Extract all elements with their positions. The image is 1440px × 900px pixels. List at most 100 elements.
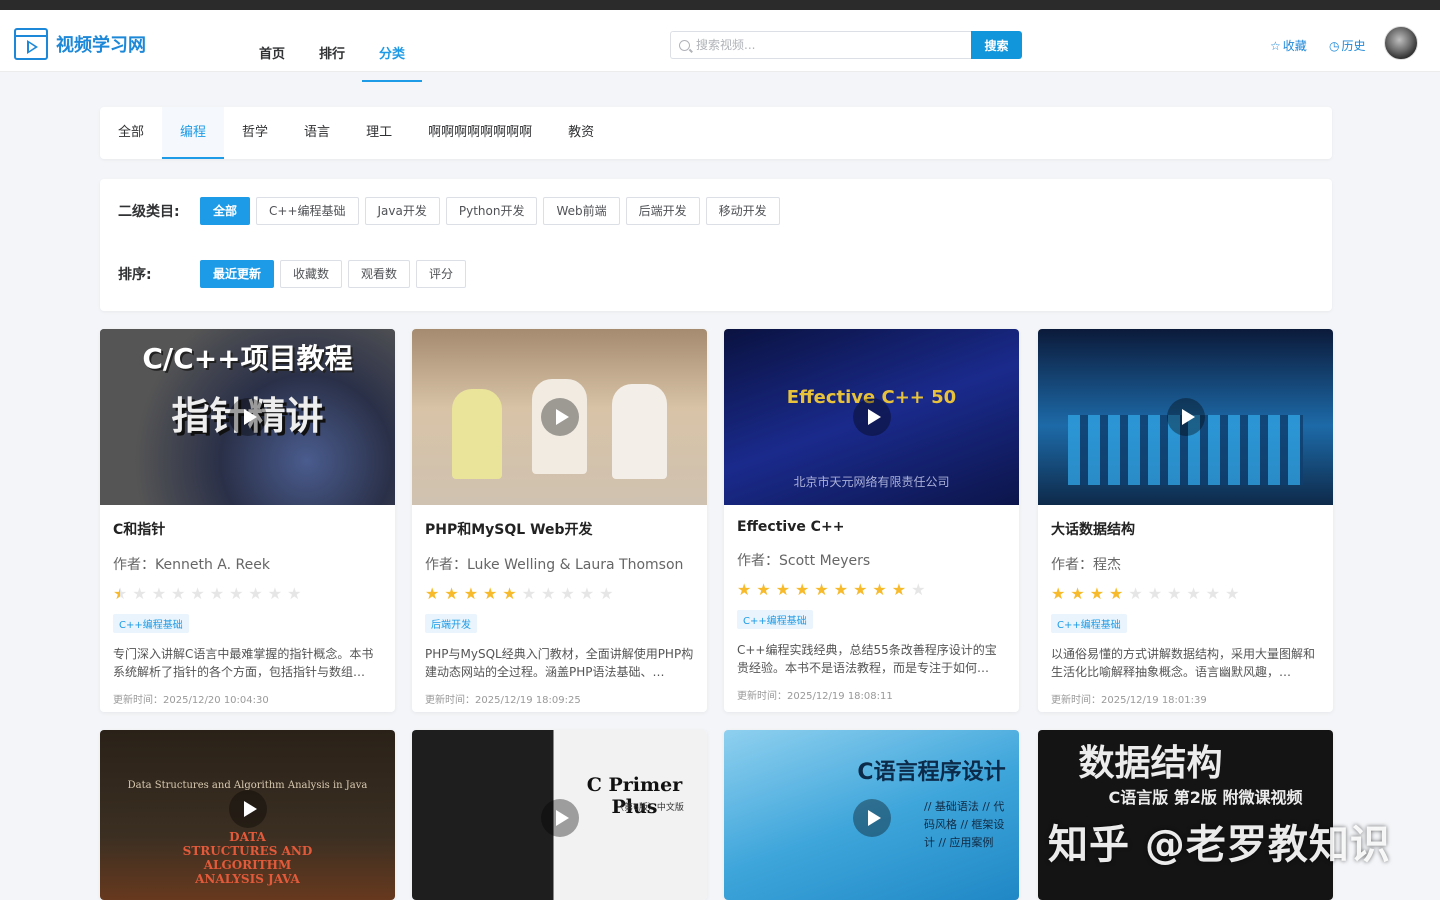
video-description: 以通俗易懂的方式讲解数据结构，采用大量图解和生活化比喻解释抽象概念。语言幽默风趣…	[1051, 647, 1316, 679]
tab-programming[interactable]: 编程	[162, 107, 225, 159]
nav-ranking[interactable]: 排行	[302, 20, 362, 82]
star-icon: ★	[833, 580, 849, 599]
star-icon: ★	[737, 580, 752, 599]
star-icon: ★	[267, 584, 283, 603]
star-icon: ★	[775, 580, 791, 599]
video-thumbnail[interactable]: Data Structures and Algorithm Analysis i…	[100, 730, 395, 900]
tab-language[interactable]: 语言	[286, 107, 348, 159]
star-icon: ★	[795, 580, 810, 599]
video-card[interactable]: C/C++项目教程 指针精讲 C和指针 作者：Kenneth A. Reek ★…	[100, 329, 395, 712]
video-title[interactable]: PHP和MySQL Web开发	[425, 519, 694, 539]
sort-row: 排序: 最近更新 收藏数 观看数 评分	[118, 260, 472, 288]
category-tag[interactable]: C++编程基础	[1051, 614, 1127, 633]
star-icon: ★	[1225, 584, 1240, 603]
search-button[interactable]: 搜索	[971, 31, 1022, 59]
video-thumbnail[interactable]: Effective C++ 50 北京市天元网络有限责任公司	[724, 329, 1019, 505]
nav-home[interactable]: 首页	[242, 20, 302, 82]
sub-chip-java[interactable]: Java开发	[364, 197, 440, 225]
play-icon[interactable]	[1166, 398, 1205, 436]
top-navigation-bar: 视频学习网 首页 排行 分类 搜索 ☆收藏 ◷历史	[0, 10, 1440, 82]
video-thumbnail[interactable]: C语言程序设计 // 基础语法 // 代码风格 // 框架设计 // 应用案例	[724, 730, 1019, 900]
video-title[interactable]: C和指针	[113, 519, 382, 539]
play-icon[interactable]	[852, 799, 891, 837]
sub-chip-backend[interactable]: 后端开发	[625, 197, 700, 225]
star-icon: ★	[560, 584, 575, 603]
star-icon: ★	[1128, 584, 1143, 603]
user-avatar[interactable]	[1384, 26, 1418, 60]
video-thumbnail[interactable]	[412, 329, 707, 505]
video-author: 作者：Scott Meyers	[737, 553, 871, 569]
star-icon: ★	[541, 584, 556, 603]
video-card[interactable]: Effective C++ 50 北京市天元网络有限责任公司 Effective…	[724, 329, 1019, 712]
sort-chip-rating[interactable]: 评分	[416, 260, 467, 288]
tab-teaching[interactable]: 教资	[550, 107, 612, 159]
video-thumbnail[interactable]	[1038, 329, 1333, 505]
nav-category[interactable]: 分类	[362, 20, 422, 82]
tab-philosophy[interactable]: 哲学	[224, 107, 286, 159]
sub-chip-all[interactable]: 全部	[200, 197, 251, 225]
play-icon[interactable]	[228, 790, 267, 829]
updated-time: 更新时间：2025/12/19 18:01:39	[1051, 695, 1207, 706]
zhihu-watermark: 知乎 @老罗教知识	[1048, 822, 1391, 868]
star-icon: ★	[1167, 584, 1182, 603]
thumbnail-title: C/C++项目教程	[142, 342, 353, 375]
sub-chip-python[interactable]: Python开发	[445, 197, 538, 225]
play-icon[interactable]	[852, 398, 891, 436]
star-icon: ★	[579, 584, 595, 603]
thumbnail-subtitle: // 基础语法 // 代码风格 // 框架设计 // 应用案例	[924, 800, 1005, 849]
video-author: 作者：程杰	[1051, 557, 1121, 573]
thumbnail-subtitle: C语言版 第2版 附微课视频	[1108, 788, 1303, 807]
star-icon: ★	[756, 580, 771, 599]
sub-chip-cpp[interactable]: C++编程基础	[256, 197, 359, 225]
filter-panel: 二级类目: 全部 C++编程基础 Java开发 Python开发 Web前端 后…	[100, 179, 1332, 311]
video-thumbnail[interactable]: C/C++项目教程 指针精讲	[100, 329, 395, 505]
star-icon: ★	[190, 584, 205, 603]
sort-chip-favorites[interactable]: 收藏数	[280, 260, 343, 288]
clock-icon: ◷	[1329, 38, 1340, 53]
sort-chip-recent[interactable]: 最近更新	[200, 260, 275, 288]
star-outline-icon: ☆	[1270, 38, 1281, 53]
star-icon: ★	[151, 584, 167, 603]
window-top-strip	[0, 0, 1440, 10]
video-card[interactable]: 大话数据结构 作者：程杰 ★ ★ ★ ★ ★ ★ ★ ★ ★ ★ C++编程基础 以通俗易懂的方式…	[1038, 329, 1333, 712]
star-icon: ★	[483, 584, 498, 603]
category-tag[interactable]: 后端开发	[425, 614, 477, 633]
star-icon: ★	[1186, 584, 1201, 603]
rating-stars: ★ ★ ★ ★ ★ ★ ★ ★ ★ ★	[113, 584, 382, 604]
video-thumbnail[interactable]: C Primer Plus （第6版）中文版	[412, 730, 707, 900]
tab-science[interactable]: 理工	[348, 107, 410, 159]
category-tag[interactable]: C++编程基础	[737, 610, 813, 629]
star-icon: ★	[171, 584, 186, 603]
updated-time: 更新时间：2025/12/19 18:08:11	[737, 691, 893, 702]
tab-aaa[interactable]: 啊啊啊啊啊啊啊啊	[410, 107, 550, 159]
sort-chip-views[interactable]: 观看数	[348, 260, 411, 288]
play-icon[interactable]	[540, 799, 579, 837]
history-link[interactable]: ◷ 历史	[1329, 37, 1366, 54]
star-icon: ★	[425, 584, 440, 603]
video-description: C++编程实践经典，总结55条改善程序设计的宝贵经验。本书不是语法教程，而是专注…	[737, 643, 997, 675]
sub-chip-web[interactable]: Web前端	[543, 197, 620, 225]
video-title[interactable]: 大话数据结构	[1051, 519, 1320, 539]
tab-all[interactable]: 全部	[100, 107, 162, 159]
video-card[interactable]: C语言程序设计 // 基础语法 // 代码风格 // 框架设计 // 应用案例	[724, 730, 1019, 900]
video-title[interactable]: Effective C++	[737, 519, 1006, 535]
star-icon: ★	[1089, 584, 1105, 603]
favorites-link[interactable]: ☆ 收藏	[1270, 37, 1307, 54]
star-icon: ★	[1109, 584, 1124, 603]
star-icon: ★	[113, 584, 128, 603]
play-icon[interactable]	[540, 398, 579, 436]
sub-chip-mobile[interactable]: 移动开发	[705, 197, 780, 225]
thumbnail-title: 数据结构	[1078, 743, 1223, 784]
search-input[interactable]	[696, 38, 946, 52]
star-icon: ★	[911, 580, 926, 599]
star-icon: ★	[521, 584, 537, 603]
category-tag[interactable]: C++编程基础	[113, 614, 189, 633]
video-card[interactable]: PHP和MySQL Web开发 作者：Luke Welling & Laura …	[412, 329, 707, 712]
play-icon[interactable]	[228, 398, 267, 436]
star-icon: ★	[1147, 584, 1163, 603]
site-logo[interactable]: 视频学习网	[14, 28, 146, 60]
video-card[interactable]: Data Structures and Algorithm Analysis i…	[100, 730, 395, 900]
thumbnail-figure	[452, 389, 502, 479]
video-card[interactable]: C Primer Plus （第6版）中文版	[412, 730, 707, 900]
star-icon: ★	[599, 584, 614, 603]
